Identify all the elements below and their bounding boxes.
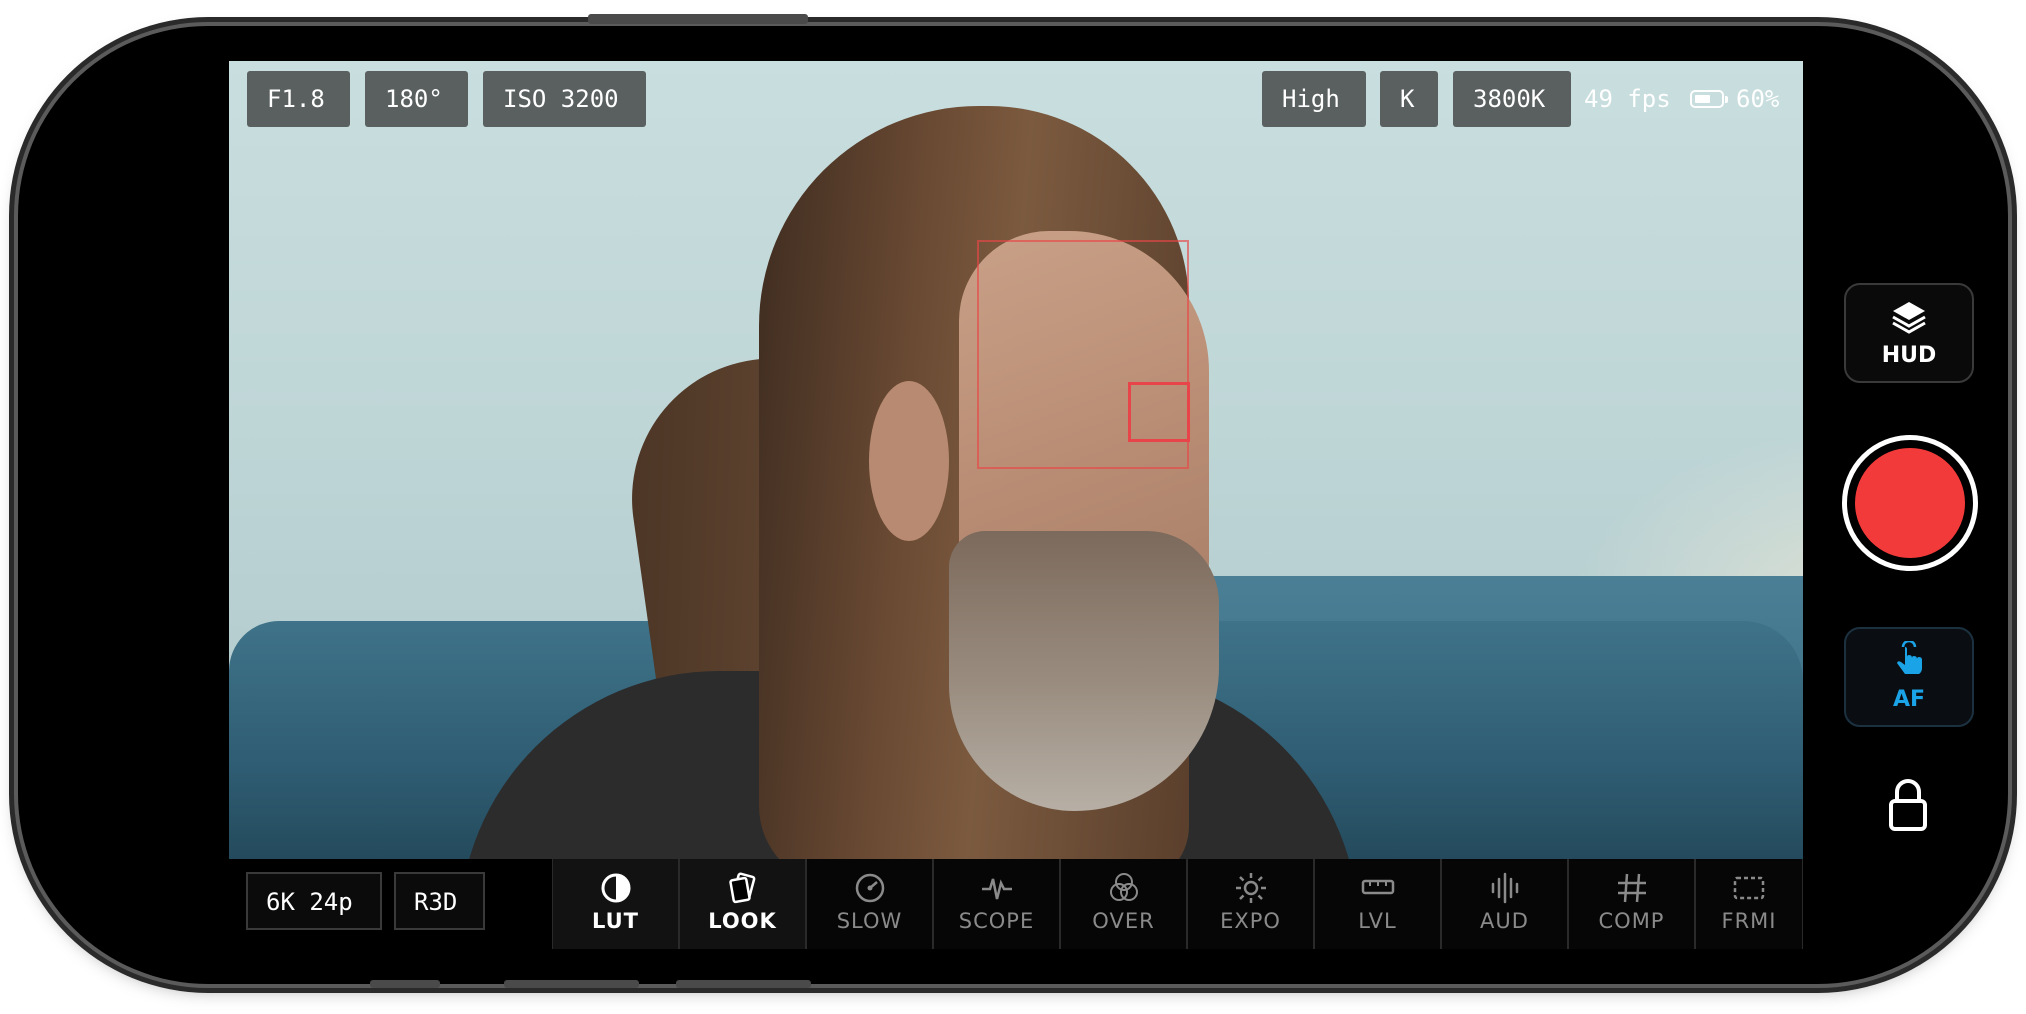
af-label: AF [1892,687,1926,712]
tool-label: COMP [1598,909,1665,933]
tool-label: AUD [1480,909,1529,933]
eye-focus-box [1128,382,1190,442]
record-button[interactable] [1842,435,1978,571]
speedometer-icon [855,873,884,903]
audio-bars-icon [1491,872,1518,904]
tool-aud[interactable]: AUD [1441,859,1568,949]
waveform-icon [981,878,1012,900]
fps-readout: 49 fps [1584,85,1671,113]
grid-hash-icon [1617,873,1646,903]
tool-frmi[interactable]: FRMI [1695,859,1803,949]
white-balance-chip[interactable]: 3800K [1453,71,1571,127]
phone-side-button [588,14,808,24]
phone-volume-button [504,980,639,988]
layers-icon [1892,302,1926,334]
hud-toggle-button[interactable]: HUD [1844,283,1974,383]
tool-label: LVL [1358,909,1397,933]
layers-look-icon [728,872,755,904]
half-circle-icon [601,873,630,903]
tool-lvl[interactable]: LVL [1314,859,1441,949]
phone-volume-button [370,980,440,988]
wb-mode-chip[interactable]: K [1380,71,1438,127]
battery-icon [1690,90,1728,108]
tool-label: EXPO [1220,909,1281,933]
lock-icon[interactable] [1886,777,1930,833]
tool-expo[interactable]: EXPO [1187,859,1314,949]
sun-icon [1235,873,1266,903]
iso-chip[interactable]: ISO 3200 [483,71,646,127]
touch-hand-icon [1897,639,1922,674]
codec-button[interactable]: R3D [394,872,485,930]
tool-lut[interactable]: LUT [552,859,679,949]
tool-slow[interactable]: SLOW [806,859,933,949]
hud-label: HUD [1881,343,1937,368]
tool-comp[interactable]: COMP [1568,859,1695,949]
record-dot [1855,448,1965,558]
camera-viewfinder[interactable] [229,61,1803,859]
shutter-angle-chip[interactable]: 180° [365,71,468,127]
battery-percent: 60% [1736,85,1780,113]
resolution-framerate-button[interactable]: 6K 24p [246,872,382,930]
tool-label: SCOPE [958,909,1035,933]
tool-label: SLOW [836,909,903,933]
aperture-chip[interactable]: F1.8 [247,71,350,127]
quality-chip[interactable]: High [1262,71,1366,127]
phone-action-button [676,980,811,988]
subject-ear [869,381,949,541]
tool-label: LUT [591,909,639,933]
autofocus-button[interactable]: AF [1844,627,1974,727]
tool-over[interactable]: OVER [1060,859,1187,949]
overlay-circles-icon [1109,873,1138,901]
tool-scope[interactable]: SCOPE [933,859,1060,949]
tool-label: OVER [1092,909,1155,933]
frame-dashed-icon [1733,876,1765,900]
level-icon [1361,879,1394,895]
tool-label: FRMI [1721,909,1777,933]
tool-label: LOOK [708,909,777,933]
tool-look[interactable]: LOOK [679,859,806,949]
